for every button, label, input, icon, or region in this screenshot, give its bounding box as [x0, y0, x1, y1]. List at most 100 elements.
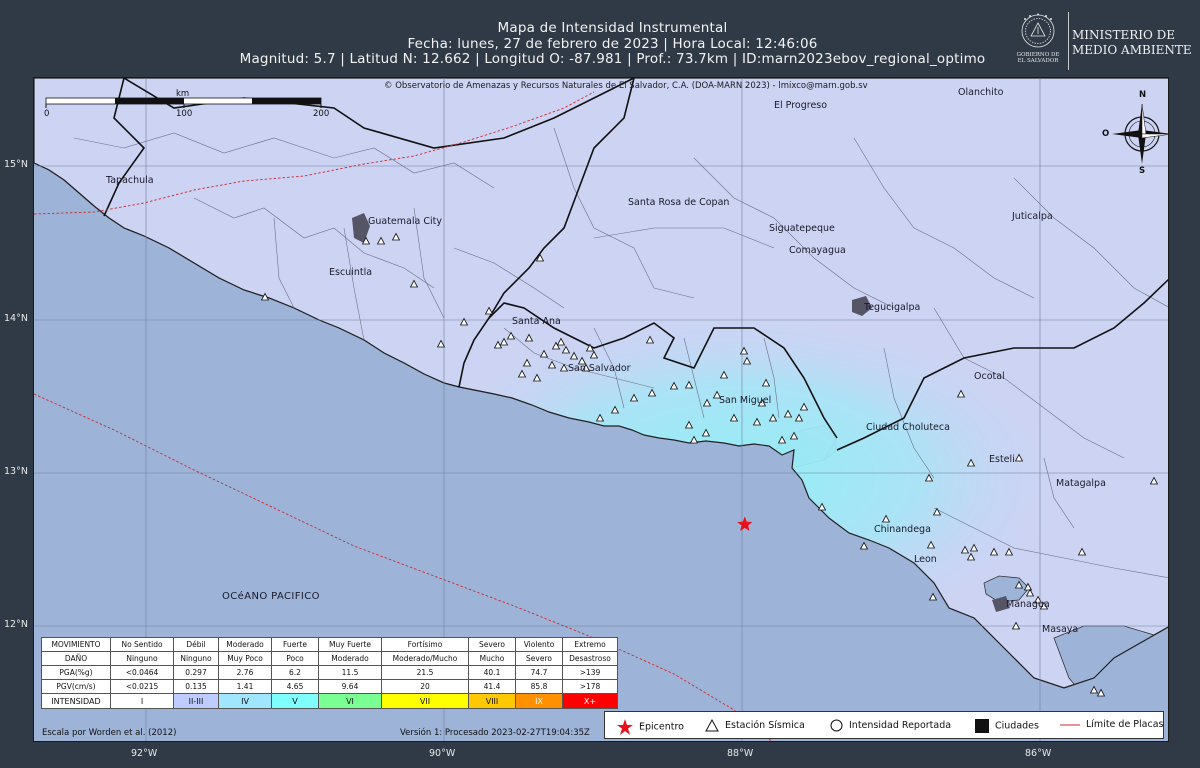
square-icon	[975, 719, 989, 733]
seismic-station-icon[interactable]	[794, 413, 804, 422]
seismic-station-icon[interactable]	[799, 402, 809, 411]
seismic-station-icon[interactable]	[559, 363, 569, 372]
city-label-comayagua: Comayagua	[789, 245, 846, 256]
intensity-table-cell: Muy Poco	[218, 651, 272, 666]
seismic-station-icon[interactable]	[645, 335, 655, 344]
seismic-station-icon[interactable]	[817, 502, 827, 511]
seismic-station-icon[interactable]	[956, 389, 966, 398]
seismic-station-icon[interactable]	[1011, 621, 1021, 630]
seismic-station-icon[interactable]	[561, 345, 571, 354]
seismic-station-icon[interactable]	[966, 552, 976, 561]
seismic-station-icon[interactable]	[647, 388, 657, 397]
seismic-station-icon[interactable]	[409, 279, 419, 288]
seismic-station-icon[interactable]	[539, 349, 549, 358]
seismic-station-icon[interactable]	[969, 543, 979, 552]
seismic-station-icon[interactable]	[960, 545, 970, 554]
seismic-station-icon[interactable]	[436, 339, 446, 348]
intensity-map[interactable]: © Observatorio de Amenazas y Recursos Na…	[33, 77, 1169, 742]
seismic-station-icon[interactable]	[684, 420, 694, 429]
seismic-station-icon[interactable]	[532, 373, 542, 382]
seismic-station-icon[interactable]	[932, 507, 942, 516]
seismic-station-icon[interactable]	[777, 435, 787, 444]
seismic-station-icon[interactable]	[595, 413, 605, 422]
seismic-station-icon[interactable]	[376, 236, 386, 245]
seismic-station-icon[interactable]	[629, 393, 639, 402]
seismic-station-icon[interactable]	[966, 458, 976, 467]
intensity-scale-table: MOVIMIENTO No Sentido Débil Moderado Fuerte M…	[41, 637, 618, 709]
city-label-el-progreso: El Progreso	[774, 100, 828, 111]
seismic-station-icon[interactable]	[859, 541, 869, 550]
seismic-station-icon[interactable]	[881, 514, 891, 523]
seismic-station-icon[interactable]	[928, 592, 938, 601]
seismic-station-icon[interactable]	[702, 398, 712, 407]
seismic-station-icon[interactable]	[924, 473, 934, 482]
seismic-station-icon[interactable]	[260, 292, 270, 301]
scale-unit: km	[176, 89, 190, 99]
seismic-station-icon[interactable]	[669, 381, 679, 390]
seismic-station-icon[interactable]	[1014, 453, 1024, 462]
seismic-station-icon[interactable]	[484, 306, 494, 315]
seismic-station-icon[interactable]	[701, 428, 711, 437]
city-label-san-salvador: San Salvador	[568, 363, 631, 374]
city-label-leon: Leon	[914, 554, 937, 565]
seismic-station-icon[interactable]	[768, 413, 778, 422]
seismic-station-icon[interactable]	[761, 378, 771, 387]
epicenter-star-icon[interactable]	[737, 516, 753, 532]
intensity-table-cell: 1.41	[218, 679, 272, 694]
seismic-station-icon[interactable]	[569, 351, 579, 360]
seismic-station-icon[interactable]	[729, 413, 739, 422]
seismic-station-icon[interactable]	[1023, 582, 1033, 591]
city-label-masaya: Masaya	[1042, 624, 1079, 635]
seismic-station-icon[interactable]	[535, 253, 545, 262]
seismic-station-icon[interactable]	[506, 331, 516, 340]
seismic-station-icon[interactable]	[547, 360, 557, 369]
seismic-station-icon[interactable]	[1025, 588, 1035, 597]
triangle-icon	[705, 719, 719, 732]
seismic-station-icon[interactable]	[719, 370, 729, 379]
intensity-table-cell: Muy Fuerte	[318, 637, 382, 652]
seismic-station-icon[interactable]	[739, 346, 749, 355]
intensity-table-cell: Ninguno	[110, 651, 174, 666]
seismic-station-icon[interactable]	[517, 369, 527, 378]
intensity-row-label: PGA(%g)	[41, 665, 111, 680]
star-icon	[617, 719, 633, 735]
seismic-station-icon[interactable]	[610, 405, 620, 414]
seismic-station-icon[interactable]	[1149, 476, 1159, 485]
scale-bar: km 0 100 200	[44, 89, 329, 120]
seismic-station-icon[interactable]	[556, 337, 566, 346]
seismic-station-icon[interactable]	[522, 358, 532, 367]
city-label-choluteca: Ciudad Choluteca	[866, 422, 950, 433]
lat-tick-12: 12°N	[4, 619, 28, 630]
seismic-station-icon[interactable]	[1089, 685, 1099, 694]
intensity-table-cell: 9.64	[318, 679, 382, 694]
legend-epicentro: Epicentro	[617, 719, 684, 735]
seismic-station-icon[interactable]	[926, 540, 936, 549]
seismic-station-icon[interactable]	[361, 236, 371, 245]
seismic-station-icon[interactable]	[1014, 580, 1024, 589]
seismic-station-icon[interactable]	[524, 333, 534, 342]
intensity-table-cell: Débil	[173, 637, 219, 652]
seismic-station-icon[interactable]	[1096, 688, 1106, 697]
seismic-station-icon[interactable]	[1004, 547, 1014, 556]
seismic-station-icon[interactable]	[589, 350, 599, 359]
seismic-station-icon[interactable]	[752, 417, 762, 426]
symbol-legend: Epicentro Estación Sísmica Intensidad Re…	[604, 711, 1164, 739]
circle-icon	[830, 719, 843, 732]
government-seal-icon	[1021, 13, 1055, 48]
seismic-station-icon[interactable]	[789, 431, 799, 440]
map-credit: © Observatorio de Amenazas y Recursos Na…	[384, 81, 868, 91]
seismic-station-icon[interactable]	[391, 232, 401, 241]
seismic-station-icon[interactable]	[1077, 547, 1087, 556]
seismic-station-icon[interactable]	[499, 337, 509, 346]
lat-tick-14: 14°N	[4, 313, 28, 324]
seismic-station-icon[interactable]	[742, 356, 752, 365]
intensity-table-cell: 0.135	[173, 679, 219, 694]
seismic-station-icon[interactable]	[585, 343, 595, 352]
seismic-station-icon[interactable]	[783, 409, 793, 418]
seismic-station-icon[interactable]	[684, 380, 694, 389]
intensity-table-cell: Violento	[515, 637, 563, 652]
intensity-table-cell: 20	[381, 679, 469, 694]
seismic-station-icon[interactable]	[989, 547, 999, 556]
seismic-station-icon[interactable]	[689, 435, 699, 444]
seismic-station-icon[interactable]	[459, 317, 469, 326]
